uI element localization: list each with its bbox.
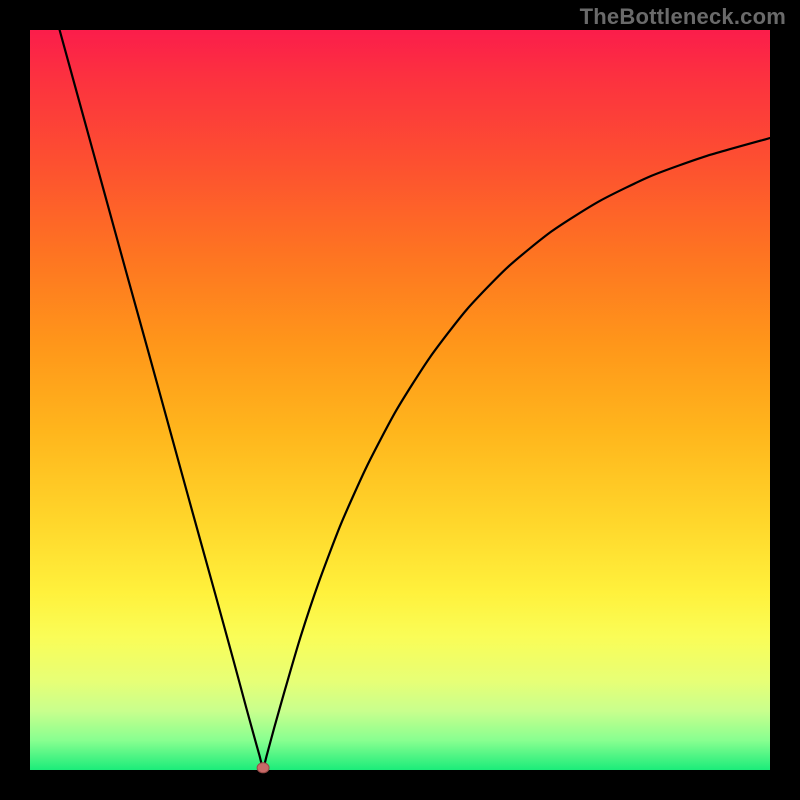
curve-line [60, 30, 770, 768]
chart-frame: TheBottleneck.com [0, 0, 800, 800]
watermark-text: TheBottleneck.com [580, 4, 786, 30]
plot-area [30, 30, 770, 770]
chart-svg [30, 30, 770, 770]
minimum-marker [257, 763, 269, 773]
